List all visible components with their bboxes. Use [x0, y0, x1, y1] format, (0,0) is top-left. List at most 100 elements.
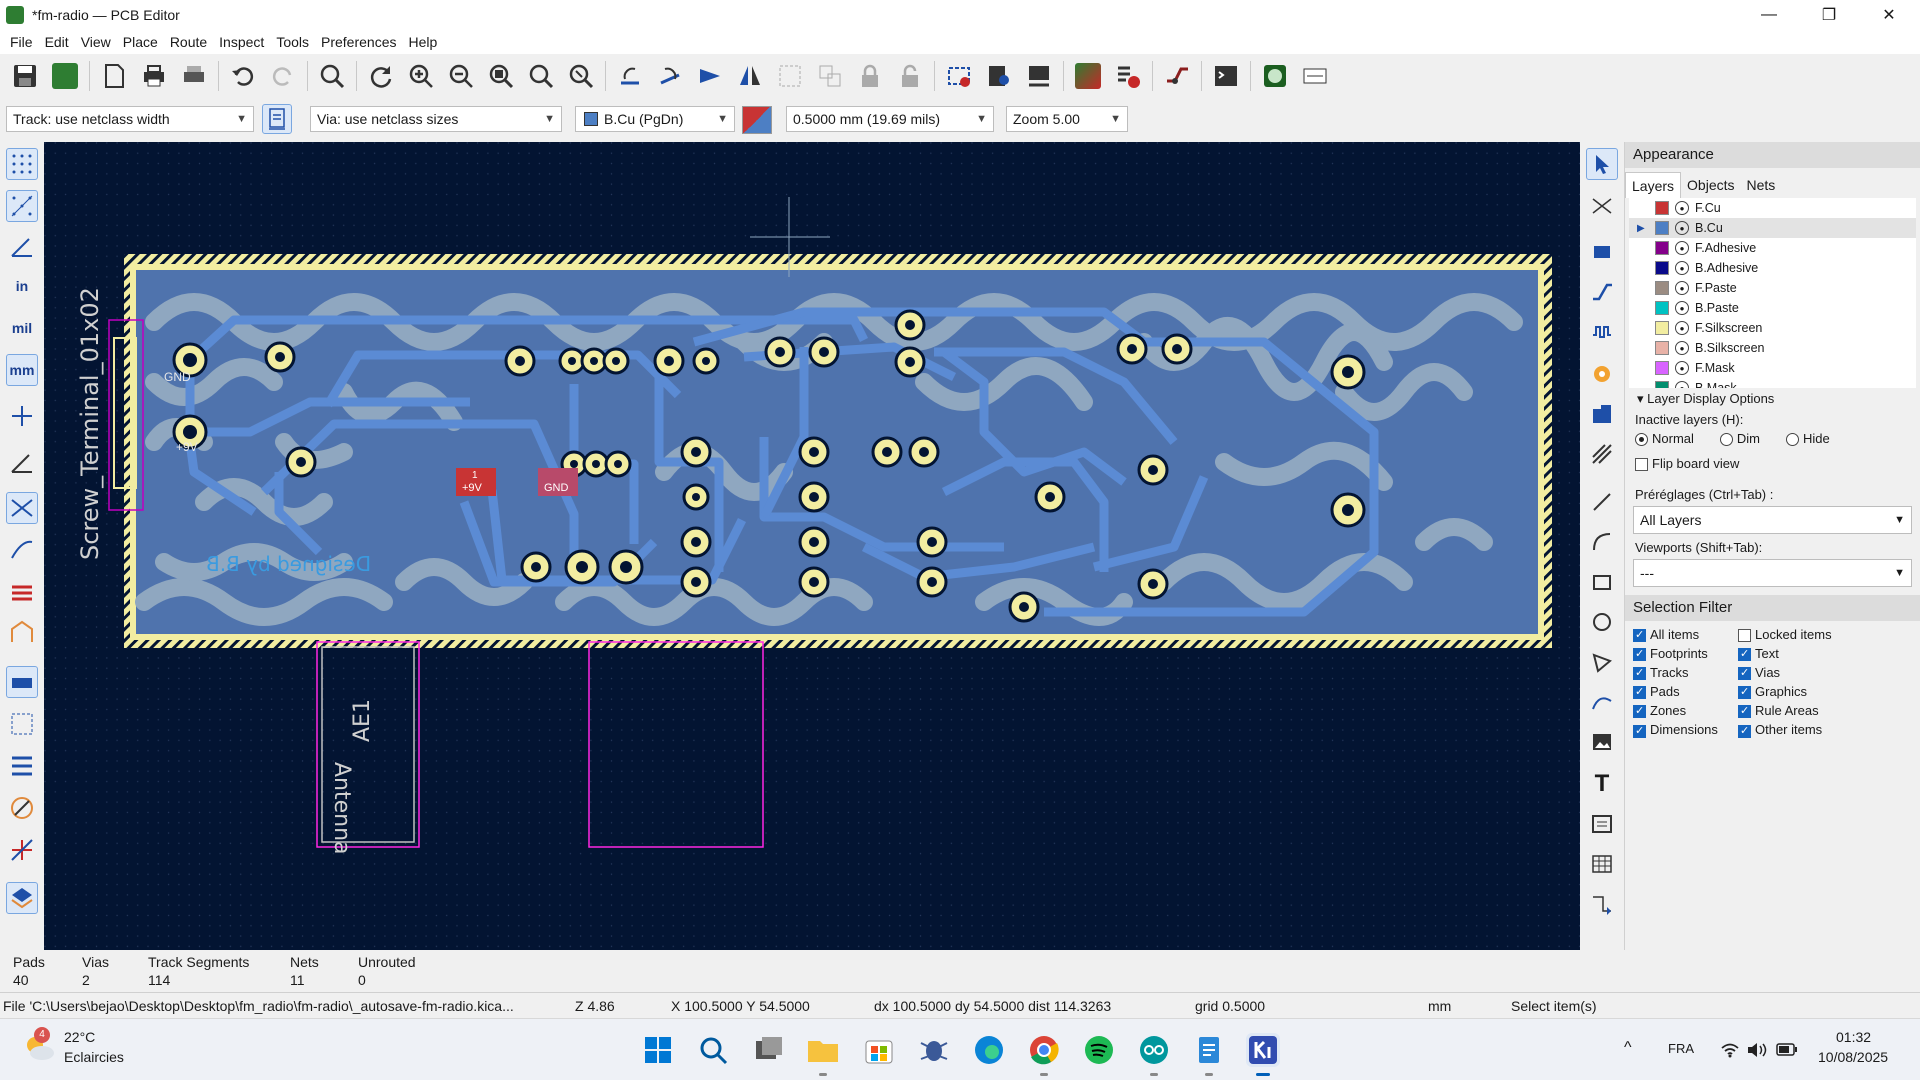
undo-button[interactable]: [224, 58, 262, 94]
push-router-button[interactable]: [1158, 58, 1196, 94]
layer-pair-button[interactable]: [742, 106, 772, 134]
add-textbox-button[interactable]: [1586, 808, 1618, 840]
menu-tools[interactable]: Tools: [270, 34, 315, 50]
via-fill-button[interactable]: [6, 708, 38, 740]
minimize-button[interactable]: —: [1746, 0, 1792, 30]
clock-date[interactable]: 10/08/2025: [1818, 1049, 1888, 1065]
menu-inspect[interactable]: Inspect: [213, 34, 270, 50]
layer-color-swatch[interactable]: [1655, 221, 1669, 235]
eye-icon[interactable]: ●: [1675, 241, 1689, 255]
high-contrast-button[interactable]: [6, 792, 38, 824]
eye-icon[interactable]: ●: [1675, 321, 1689, 335]
units-inches-button[interactable]: in: [6, 270, 38, 302]
flip-board-checkbox[interactable]: Flip board view: [1625, 448, 1920, 479]
menu-edit[interactable]: Edit: [39, 34, 75, 50]
layer-row-f-cu[interactable]: ● F.Cu: [1629, 198, 1916, 218]
taskbar-search[interactable]: [696, 1033, 730, 1067]
ungroup-button[interactable]: [811, 58, 849, 94]
layer-row-b-silkscreen[interactable]: ● B.Silkscreen: [1629, 338, 1916, 358]
layer-row-b-cu[interactable]: ▶ ● B.Cu: [1629, 218, 1916, 238]
layer-color-swatch[interactable]: [1655, 381, 1669, 388]
auto-width-toggle[interactable]: [262, 104, 292, 134]
presets-select[interactable]: All Layers ▼: [1633, 506, 1912, 535]
menu-preferences[interactable]: Preferences: [315, 34, 402, 50]
filter-all-items[interactable]: All items: [1633, 627, 1738, 643]
taskbar-kicad[interactable]: [1246, 1033, 1280, 1067]
weather-widget[interactable]: 4: [22, 1027, 56, 1063]
pcb-canvas[interactable]: Screw_Terminal_01x02 GND +9V +9V GND 1 D…: [44, 142, 1580, 950]
zoom-in-button[interactable]: [402, 58, 440, 94]
layer-color-swatch[interactable]: [1655, 301, 1669, 315]
grid-overrides-button[interactable]: [6, 190, 38, 222]
battery-icon[interactable]: [1776, 1043, 1798, 1057]
taskbar-file-explorer[interactable]: [806, 1033, 840, 1067]
find-button[interactable]: [313, 58, 351, 94]
add-footprint-button[interactable]: [1586, 236, 1618, 268]
volume-icon[interactable]: [1746, 1041, 1768, 1059]
layer-row-f-silkscreen[interactable]: ● F.Silkscreen: [1629, 318, 1916, 338]
layer-row-f-mask[interactable]: ● F.Mask: [1629, 358, 1916, 378]
grid-select[interactable]: 0.5000 mm (19.69 mils) ▼: [786, 106, 994, 132]
tune-length-button[interactable]: [1586, 316, 1618, 348]
filter-locked-items[interactable]: Locked items: [1738, 627, 1888, 643]
plot-button[interactable]: [175, 58, 213, 94]
drc-button[interactable]: [1109, 58, 1147, 94]
eye-icon[interactable]: ●: [1675, 381, 1689, 388]
refresh-button[interactable]: [362, 58, 400, 94]
layer-color-swatch[interactable]: [1655, 261, 1669, 275]
eye-icon[interactable]: ●: [1675, 281, 1689, 295]
filter-text[interactable]: Text: [1738, 646, 1888, 662]
via-size-select[interactable]: Via: use netclass sizes ▼: [310, 106, 562, 132]
netlist-button[interactable]: [940, 58, 978, 94]
layer-color-swatch[interactable]: [1655, 361, 1669, 375]
taskbar-arduino[interactable]: [1137, 1033, 1171, 1067]
add-table-button[interactable]: [1586, 848, 1618, 880]
angle-snap-button[interactable]: [6, 446, 38, 478]
footprint-editor-button[interactable]: [1020, 58, 1058, 94]
layer-color-swatch[interactable]: [1655, 241, 1669, 255]
print-button[interactable]: [135, 58, 173, 94]
maximize-button[interactable]: ❐: [1806, 0, 1852, 30]
eye-icon[interactable]: ●: [1675, 261, 1689, 275]
menu-route[interactable]: Route: [164, 34, 213, 50]
zoom-fit-button[interactable]: [482, 58, 520, 94]
filter-other-items[interactable]: Other items: [1738, 722, 1888, 738]
input-language[interactable]: FRA: [1668, 1041, 1694, 1056]
taskbar-edge[interactable]: [972, 1033, 1006, 1067]
tab-objects[interactable]: Objects: [1681, 172, 1740, 198]
add-via-button[interactable]: [1586, 358, 1618, 390]
layer-row-f-adhesive[interactable]: ● F.Adhesive: [1629, 238, 1916, 258]
zoom-objects-button[interactable]: [522, 58, 560, 94]
layer-row-f-paste[interactable]: ● F.Paste: [1629, 278, 1916, 298]
layer-row-b-mask[interactable]: ● B.Mask: [1629, 378, 1916, 388]
ratsnest-button[interactable]: [6, 492, 38, 524]
filter-graphics[interactable]: Graphics: [1738, 684, 1888, 700]
show-hidden-icons-button[interactable]: ^: [1624, 1039, 1632, 1057]
add-text-button[interactable]: T: [1586, 768, 1618, 800]
scripting-console-button[interactable]: [1207, 58, 1245, 94]
zoom-select[interactable]: Zoom 5.00 ▼: [1006, 106, 1128, 132]
layer-color-swatch[interactable]: [1655, 201, 1669, 215]
route-track-button[interactable]: [1586, 276, 1618, 308]
taskbar-app-bug[interactable]: [917, 1033, 951, 1067]
eye-icon[interactable]: ●: [1675, 301, 1689, 315]
local-ratsnest-button[interactable]: [1586, 190, 1618, 222]
layer-row-b-paste[interactable]: ● B.Paste: [1629, 298, 1916, 318]
plugin-2-button[interactable]: [1296, 58, 1334, 94]
unlock-button[interactable]: [891, 58, 929, 94]
cursor-style-button[interactable]: [6, 400, 38, 432]
draw-polygon-button[interactable]: [1586, 646, 1618, 678]
grid-toggle-button[interactable]: [6, 148, 38, 180]
eye-icon[interactable]: ●: [1675, 361, 1689, 375]
taskbar-chrome[interactable]: [1027, 1033, 1061, 1067]
menu-file[interactable]: File: [4, 34, 39, 50]
draw-circle-button[interactable]: [1586, 606, 1618, 638]
menu-view[interactable]: View: [75, 34, 117, 50]
eye-icon[interactable]: ●: [1675, 201, 1689, 215]
draw-line-button[interactable]: [1586, 486, 1618, 518]
inactive-hide-option[interactable]: Hide: [1786, 431, 1830, 447]
pad-fill-button[interactable]: [6, 666, 38, 698]
filter-zones[interactable]: Zones: [1633, 703, 1738, 719]
schematic-button[interactable]: [1069, 58, 1107, 94]
filter-vias[interactable]: Vias: [1738, 665, 1888, 681]
